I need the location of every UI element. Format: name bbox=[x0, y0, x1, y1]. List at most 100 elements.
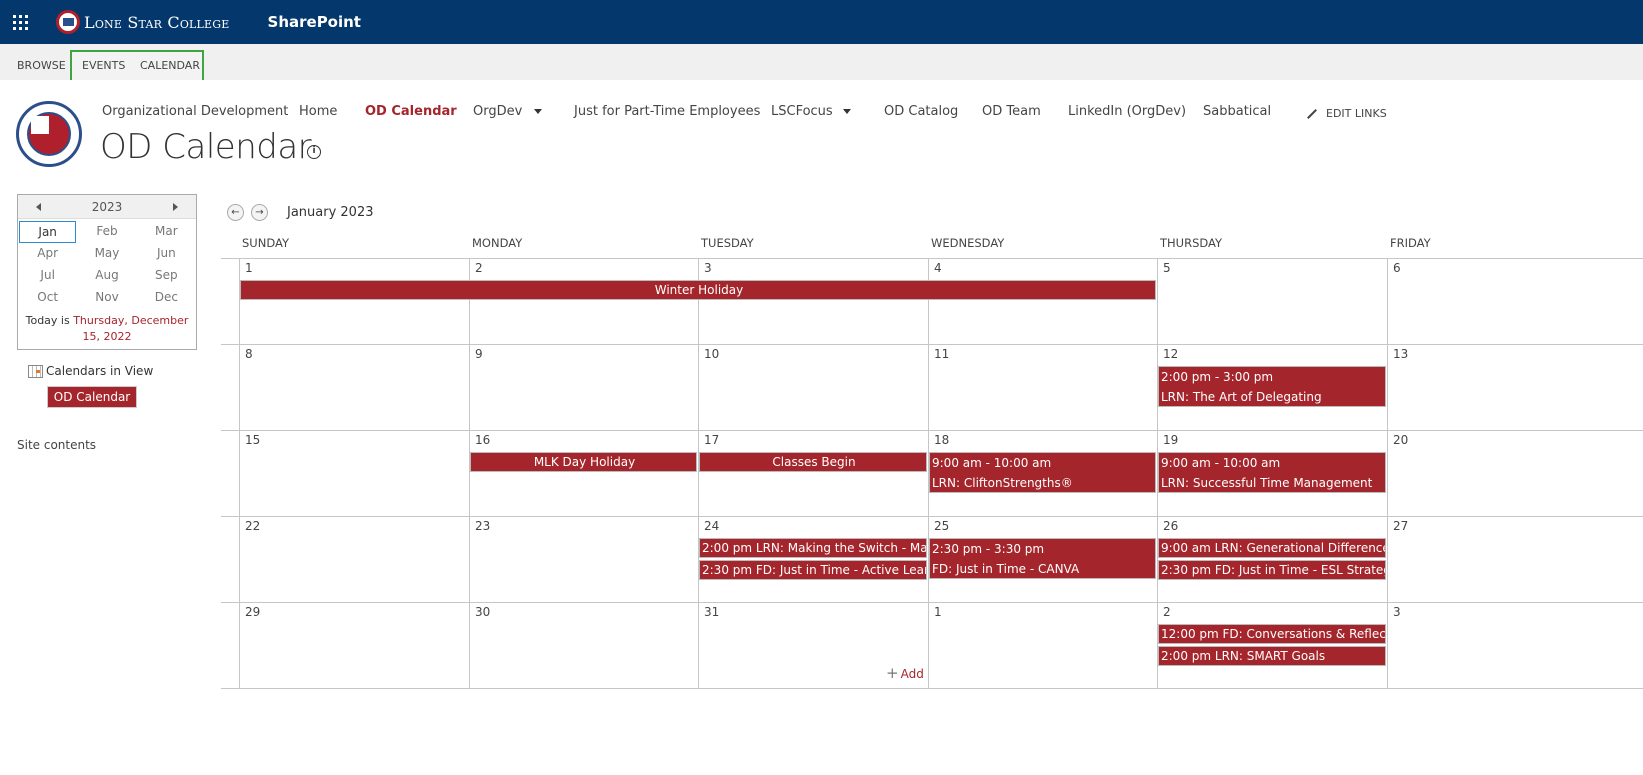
next-year-icon[interactable] bbox=[173, 203, 178, 211]
add-label: Add bbox=[900, 667, 924, 681]
week-divider bbox=[221, 602, 1643, 603]
nav-sabbatical[interactable]: Sabbatical bbox=[1203, 104, 1271, 119]
today-date-link[interactable]: Thursday, December 15, 2022 bbox=[73, 314, 188, 343]
weekday-header-sunday: SUNDAY bbox=[242, 236, 289, 250]
day-number[interactable]: 8 bbox=[245, 347, 253, 361]
next-month-button[interactable]: → bbox=[251, 204, 268, 221]
tab-browse[interactable]: BROWSE bbox=[17, 44, 66, 80]
day-number[interactable]: 4 bbox=[934, 261, 942, 275]
site-contents-link[interactable]: Site contents bbox=[17, 438, 96, 452]
day-number[interactable]: 29 bbox=[245, 605, 260, 619]
lscfocus-dropdown-icon[interactable] bbox=[843, 109, 851, 114]
calendar-event[interactable]: 2:30 pm - 3:30 pm FD: Just in Time - CANV… bbox=[929, 538, 1156, 579]
day-number[interactable]: 13 bbox=[1393, 347, 1408, 361]
day-number[interactable]: 20 bbox=[1393, 433, 1408, 447]
calendar-event[interactable]: 2:00 pm - 3:00 pm LRN: The Art of Delegat… bbox=[1158, 366, 1386, 407]
tab-events[interactable]: EVENTS bbox=[82, 44, 125, 80]
day-number[interactable]: 9 bbox=[475, 347, 483, 361]
month-aug[interactable]: Aug bbox=[77, 265, 136, 287]
app-launcher-button[interactable] bbox=[0, 0, 40, 44]
column-divider bbox=[698, 258, 699, 688]
day-number[interactable]: 19 bbox=[1163, 433, 1178, 447]
day-number[interactable]: 15 bbox=[245, 433, 260, 447]
day-number[interactable]: 10 bbox=[704, 347, 719, 361]
day-number[interactable]: 2 bbox=[475, 261, 483, 275]
event-title: 12:00 pm FD: Conversations & Reflections bbox=[1161, 627, 1386, 641]
month-nov[interactable]: Nov bbox=[77, 287, 136, 309]
month-jan[interactable]: Jan bbox=[19, 221, 77, 243]
previous-month-button[interactable]: ← bbox=[227, 204, 244, 221]
day-number[interactable]: 6 bbox=[1393, 261, 1401, 275]
nav-orgdev[interactable]: OrgDev bbox=[473, 104, 522, 119]
day-number[interactable]: 30 bbox=[475, 605, 490, 619]
day-number[interactable]: 1 bbox=[934, 605, 942, 619]
day-number[interactable]: 12 bbox=[1163, 347, 1178, 361]
brand-logo[interactable]: Lone Star College bbox=[56, 10, 230, 34]
month-oct[interactable]: Oct bbox=[18, 287, 77, 309]
nav-od-calendar[interactable]: OD Calendar bbox=[365, 104, 457, 119]
event-time: 9:00 am - 10:00 am bbox=[932, 456, 1052, 470]
calendar-event[interactable]: 2:00 pm LRN: SMART Goals bbox=[1158, 646, 1386, 666]
event-title: Winter Holiday bbox=[654, 283, 744, 297]
nav-home[interactable]: Home bbox=[299, 104, 337, 119]
nav-od-team[interactable]: OD Team bbox=[982, 104, 1041, 119]
info-icon[interactable]: i bbox=[307, 145, 321, 159]
calendar-event[interactable]: Classes Begin bbox=[699, 452, 927, 472]
month-feb[interactable]: Feb bbox=[77, 221, 136, 243]
day-number[interactable]: 17 bbox=[704, 433, 719, 447]
site-logo[interactable] bbox=[16, 101, 82, 167]
month-sep[interactable]: Sep bbox=[137, 265, 196, 287]
texas-shape-icon bbox=[31, 116, 49, 134]
nav-organizational-development[interactable]: Organizational Development bbox=[102, 104, 288, 119]
day-number[interactable]: 3 bbox=[704, 261, 712, 275]
day-number[interactable]: 31 bbox=[704, 605, 719, 619]
event-title: 2:00 pm LRN: Making the Switch - Managin… bbox=[702, 541, 927, 555]
calendar-event[interactable]: 9:00 am - 10:00 am LRN: Successful Time M… bbox=[1158, 452, 1386, 493]
event-title: MLK Day Holiday bbox=[533, 455, 636, 469]
day-number[interactable]: 3 bbox=[1393, 605, 1401, 619]
calendar-event[interactable]: 9:00 am - 10:00 am LRN: CliftonStrengths® bbox=[929, 452, 1156, 493]
tab-calendar[interactable]: CALENDAR bbox=[140, 44, 200, 80]
calendar-event[interactable]: 2:30 pm FD: Just in Time - Active Learni… bbox=[699, 560, 927, 580]
nav-lscfocus[interactable]: LSCFocus bbox=[771, 104, 833, 119]
calendar-event[interactable]: MLK Day Holiday bbox=[470, 452, 697, 472]
sharepoint-link[interactable]: SharePoint bbox=[268, 13, 361, 31]
day-number[interactable]: 22 bbox=[245, 519, 260, 533]
day-number[interactable]: 24 bbox=[704, 519, 719, 533]
od-calendar-badge[interactable]: OD Calendar bbox=[47, 386, 137, 408]
previous-year-icon[interactable] bbox=[36, 203, 41, 211]
month-dec[interactable]: Dec bbox=[137, 287, 196, 309]
orgdev-dropdown-icon[interactable] bbox=[534, 109, 542, 114]
event-title: 2:30 pm FD: Just in Time - ESL Strategie… bbox=[1161, 563, 1386, 577]
month-jun[interactable]: Jun bbox=[137, 243, 196, 265]
month-mar[interactable]: Mar bbox=[137, 221, 196, 243]
waffle-icon bbox=[12, 14, 28, 30]
add-event-link[interactable]: + Add bbox=[886, 664, 924, 682]
nav-part-time-employees[interactable]: Just for Part-Time Employees bbox=[574, 104, 760, 119]
calendar-event[interactable]: 9:00 am LRN: Generational Differences bbox=[1158, 538, 1386, 558]
day-number[interactable]: 16 bbox=[475, 433, 490, 447]
day-number[interactable]: 11 bbox=[934, 347, 949, 361]
month-jul[interactable]: Jul bbox=[18, 265, 77, 287]
day-number[interactable]: 1 bbox=[245, 261, 253, 275]
nav-od-catalog[interactable]: OD Catalog bbox=[884, 104, 958, 119]
weekday-header-friday: FRIDAY bbox=[1390, 236, 1431, 250]
month-navigation: ← → January 2023 bbox=[227, 204, 374, 221]
day-number[interactable]: 26 bbox=[1163, 519, 1178, 533]
month-apr[interactable]: Apr bbox=[18, 243, 77, 265]
picker-year: 2023 bbox=[91, 200, 123, 214]
day-number[interactable]: 23 bbox=[475, 519, 490, 533]
calendar-event[interactable]: 2:30 pm FD: Just in Time - ESL Strategie… bbox=[1158, 560, 1386, 580]
day-number[interactable]: 18 bbox=[934, 433, 949, 447]
weekday-header-thursday: THURSDAY bbox=[1160, 236, 1223, 250]
calendar-event[interactable]: 12:00 pm FD: Conversations & Reflections bbox=[1158, 624, 1386, 644]
month-may[interactable]: May bbox=[77, 243, 136, 265]
day-number[interactable]: 27 bbox=[1393, 519, 1408, 533]
nav-linkedin-orgdev[interactable]: LinkedIn (OrgDev) bbox=[1068, 104, 1186, 119]
calendar-event[interactable]: Winter Holiday bbox=[240, 280, 1156, 300]
day-number[interactable]: 5 bbox=[1163, 261, 1171, 275]
calendar-event[interactable]: 2:00 pm LRN: Making the Switch - Managin… bbox=[699, 538, 927, 558]
day-number[interactable]: 25 bbox=[934, 519, 949, 533]
day-number[interactable]: 2 bbox=[1163, 605, 1171, 619]
edit-links-button[interactable]: EDIT LINKS bbox=[1306, 107, 1387, 120]
